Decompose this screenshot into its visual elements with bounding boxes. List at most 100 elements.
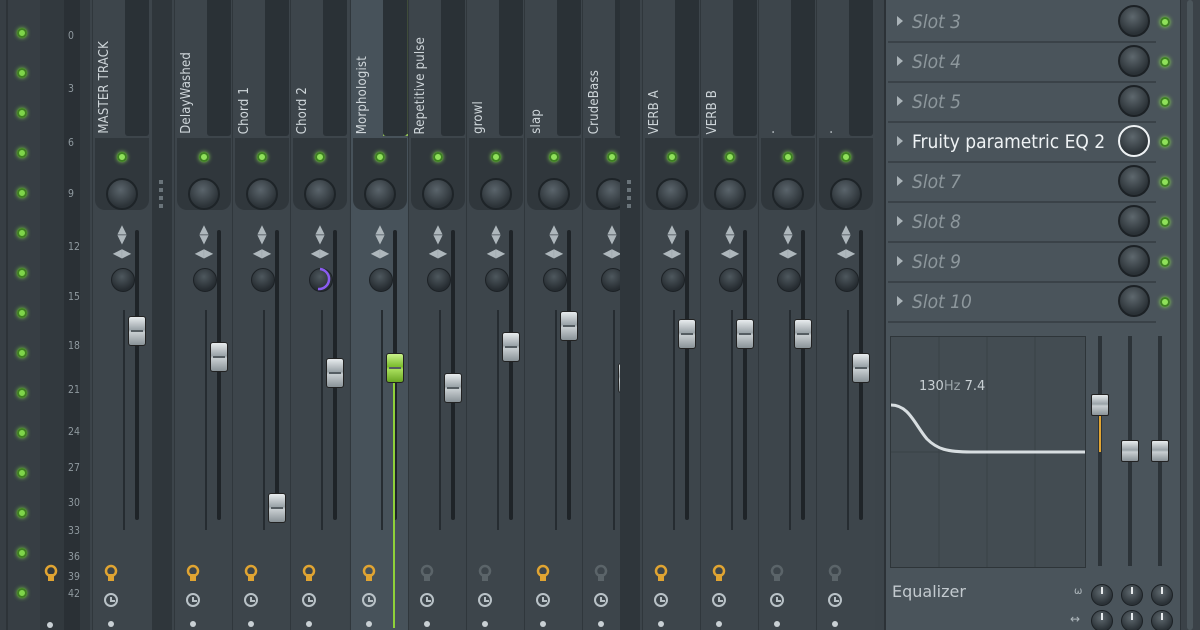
fx-lock-icon[interactable] <box>654 562 668 582</box>
fx-slot[interactable]: Slot 4 <box>888 43 1170 83</box>
stereo-swap-icon[interactable]: ▲ ▼ <box>368 223 392 245</box>
track-pan-knob[interactable] <box>422 178 454 210</box>
clock-icon[interactable] <box>536 593 550 607</box>
insert-led[interactable] <box>17 28 27 38</box>
stereo-separation-icon[interactable]: ◀▶ <box>192 247 216 259</box>
track-name[interactable]: Repetitive pulse <box>413 37 428 134</box>
insert-led[interactable] <box>17 108 27 118</box>
stereo-swap-icon[interactable]: ▲ ▼ <box>426 223 450 245</box>
track-sep-knob[interactable] <box>427 268 451 292</box>
fx-lock-icon[interactable] <box>362 562 376 582</box>
clock-icon[interactable] <box>302 593 316 607</box>
fx-slot-label[interactable]: Slot 3 <box>912 11 961 33</box>
slot-expand-icon[interactable] <box>897 176 903 186</box>
track-name-area[interactable]: Morphologist <box>355 0 415 138</box>
eq-footer-knob[interactable] <box>1091 584 1113 606</box>
stereo-swap-icon[interactable]: ▲ ▼ <box>660 223 684 245</box>
track-sep-knob[interactable] <box>251 268 275 292</box>
track-enable-led[interactable] <box>375 152 385 162</box>
stereo-separation-icon[interactable]: ◀▶ <box>308 247 332 259</box>
track-name-area[interactable]: DelayWashed <box>179 0 233 138</box>
separator-grip[interactable] <box>627 180 631 208</box>
eq-band-fader-1[interactable] <box>1091 394 1109 416</box>
mixer-track[interactable]: VERB A ▲ ▼ ◀▶ <box>642 0 701 630</box>
track-volume-fader[interactable] <box>502 331 520 362</box>
fx-slot[interactable]: Slot 8 <box>888 203 1170 243</box>
fx-lock-icon[interactable] <box>478 562 492 582</box>
track-name-area[interactable]: slap <box>529 0 583 138</box>
fx-slot-enable-led[interactable] <box>1160 177 1170 187</box>
eq-footer-knob[interactable] <box>1121 584 1143 606</box>
mixer-track[interactable]: slap ▲ ▼ ◀▶ <box>524 0 583 630</box>
track-name[interactable]: VERB B <box>705 90 720 134</box>
fx-slot-enable-led[interactable] <box>1160 137 1170 147</box>
eq-footer-knob[interactable] <box>1091 610 1113 630</box>
track-name[interactable]: . <box>821 130 836 134</box>
track-volume-fader[interactable] <box>560 311 578 341</box>
stereo-swap-icon[interactable]: ▲ ▼ <box>308 223 332 245</box>
slot-expand-icon[interactable] <box>897 56 903 66</box>
insert-led[interactable] <box>17 548 27 558</box>
mixer-track[interactable]: DelayWashed ▲ ▼ ◀▶ <box>174 0 233 630</box>
insert-led[interactable] <box>17 188 27 198</box>
fx-slot-enable-led[interactable] <box>1160 97 1170 107</box>
track-name-area[interactable]: VERB B <box>705 0 759 138</box>
track-pan-knob[interactable] <box>830 178 862 210</box>
track-name-area[interactable]: . <box>821 0 875 138</box>
track-volume-fader[interactable] <box>386 352 404 383</box>
fx-lock-icon[interactable] <box>828 562 842 582</box>
stereo-swap-icon[interactable]: ▲ ▼ <box>192 223 216 245</box>
fx-lock-icon[interactable] <box>594 562 608 582</box>
track-name-area[interactable]: Chord 2 <box>295 0 349 138</box>
clock-icon[interactable] <box>362 593 376 607</box>
stereo-swap-icon[interactable]: ▲ ▼ <box>776 223 800 245</box>
track-sep-knob[interactable] <box>835 268 859 292</box>
track-name[interactable]: Chord 1 <box>237 87 252 134</box>
stereo-swap-icon[interactable]: ▲ ▼ <box>110 223 134 245</box>
fx-scrollbar[interactable] <box>1180 0 1200 630</box>
clock-icon[interactable] <box>478 593 492 607</box>
stereo-separation-icon[interactable]: ◀▶ <box>834 247 858 259</box>
fx-slot-label[interactable]: Slot 9 <box>912 251 961 273</box>
track-name-area[interactable]: growl <box>471 0 525 138</box>
stereo-swap-icon[interactable]: ▲ ▼ <box>542 223 566 245</box>
track-volume-fader[interactable] <box>736 318 754 349</box>
fx-lock-icon[interactable] <box>244 562 258 582</box>
clock-icon[interactable] <box>244 593 258 607</box>
slot-expand-icon[interactable] <box>897 216 903 226</box>
track-sep-knob[interactable] <box>777 268 801 292</box>
fx-slot-mix-knob[interactable] <box>1118 45 1150 77</box>
fx-slot[interactable]: Slot 3 <box>888 3 1170 43</box>
track-volume-fader[interactable] <box>444 373 462 404</box>
slot-expand-icon[interactable] <box>897 256 903 266</box>
slot-expand-icon[interactable] <box>897 16 903 26</box>
clock-icon[interactable] <box>770 593 784 607</box>
track-volume-fader[interactable] <box>852 352 870 383</box>
fx-slot[interactable]: Slot 5 <box>888 83 1170 123</box>
slot-expand-icon[interactable] <box>897 96 903 106</box>
eq-footer-knob[interactable] <box>1151 610 1173 630</box>
fx-slot-mix-knob[interactable] <box>1118 165 1150 197</box>
fx-slot-mix-knob[interactable] <box>1118 205 1150 237</box>
track-volume-fader[interactable] <box>268 493 286 523</box>
track-volume-fader[interactable] <box>210 342 228 373</box>
track-pan-knob[interactable] <box>480 178 512 210</box>
stereo-swap-icon[interactable]: ▲ ▼ <box>718 223 742 245</box>
fx-slot[interactable]: Slot 7 <box>888 163 1170 203</box>
track-pan-knob[interactable] <box>772 178 804 210</box>
track-volume-fader[interactable] <box>326 357 344 388</box>
track-pan-knob[interactable] <box>714 178 746 210</box>
track-sep-knob[interactable] <box>543 268 567 292</box>
fx-slot-label[interactable]: Slot 5 <box>912 91 961 113</box>
track-name-area[interactable]: VERB A <box>647 0 701 138</box>
fx-slot-enable-led[interactable] <box>1160 297 1170 307</box>
fx-slot-label[interactable]: Slot 4 <box>912 51 961 73</box>
track-name[interactable]: CrudeBass <box>587 70 602 134</box>
fx-scrollbar-rail[interactable] <box>1187 0 1193 630</box>
insert-led[interactable] <box>17 68 27 78</box>
insert-led[interactable] <box>17 468 27 478</box>
eq-band-fader-2[interactable] <box>1121 440 1139 462</box>
track-enable-led[interactable] <box>549 152 559 162</box>
track-sep-knob[interactable] <box>111 268 135 292</box>
track-name[interactable]: growl <box>471 101 486 134</box>
